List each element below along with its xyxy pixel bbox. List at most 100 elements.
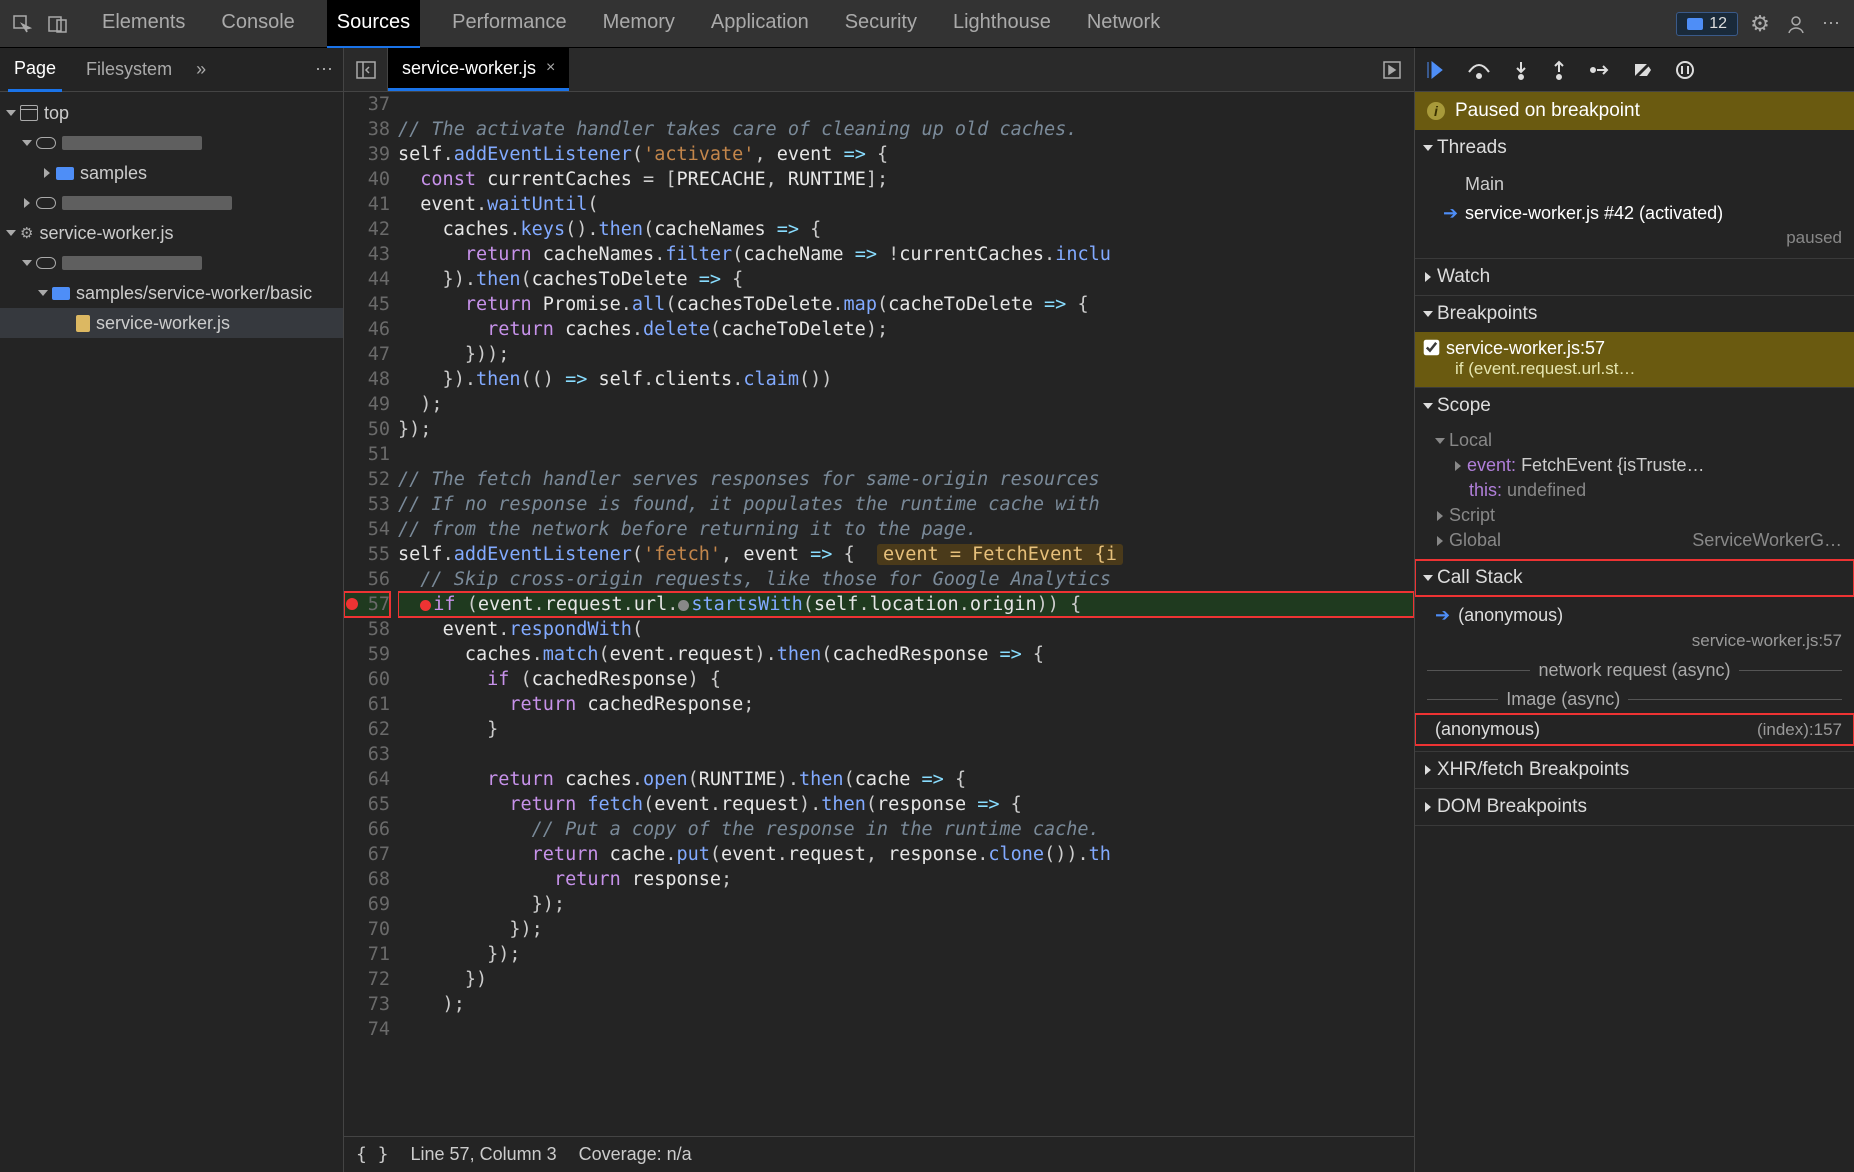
async-separator-1: network request (async) xyxy=(1415,656,1854,685)
account-icon[interactable] xyxy=(1782,10,1810,38)
debugger-sidebar: i Paused on breakpoint Threads Main ➔ se… xyxy=(1414,48,1854,1172)
step-over-icon[interactable] xyxy=(1467,60,1491,80)
tab-console[interactable]: Console xyxy=(217,0,298,49)
chevron-down-icon xyxy=(22,140,32,146)
xhr-breakpoints-section: XHR/fetch Breakpoints xyxy=(1415,752,1854,789)
run-snippet-icon[interactable] xyxy=(1370,61,1414,79)
tree-label: samples xyxy=(80,163,147,184)
navigator-tabs: Page Filesystem » ⋯ xyxy=(0,48,343,92)
tab-application[interactable]: Application xyxy=(707,0,813,49)
chevron-down-icon xyxy=(1423,575,1433,581)
window-icon xyxy=(20,105,38,121)
scope-var-event[interactable]: event: FetchEvent {isTruste… xyxy=(1415,453,1854,478)
folder-icon xyxy=(52,287,70,300)
thread-sw[interactable]: ➔ service-worker.js #42 (activated) xyxy=(1415,199,1854,228)
breakpoint-checkbox[interactable] xyxy=(1424,340,1440,356)
chevron-right-icon xyxy=(1425,765,1431,775)
breakpoints-header[interactable]: Breakpoints xyxy=(1415,296,1854,332)
tab-network[interactable]: Network xyxy=(1083,0,1164,49)
callstack-header[interactable]: Call Stack xyxy=(1415,560,1854,596)
breakpoint-location: service-worker.js:57 xyxy=(1446,338,1605,358)
chevron-right-icon xyxy=(44,168,50,178)
code-lines[interactable]: // The activate handler takes care of cl… xyxy=(398,92,1414,1136)
nav-tabs-menu-icon[interactable]: ⋯ xyxy=(315,59,335,80)
issues-count: 12 xyxy=(1709,15,1727,33)
chevron-down-icon xyxy=(1423,311,1433,317)
pause-on-exceptions-icon[interactable] xyxy=(1675,60,1695,80)
cloud-icon xyxy=(36,197,56,209)
inspect-element-icon[interactable] xyxy=(8,10,36,38)
file-tab-sw[interactable]: service-worker.js × xyxy=(388,48,569,91)
tree-sw-root[interactable]: ⚙ service-worker.js xyxy=(0,218,343,248)
gear-icon: ⚙ xyxy=(20,224,33,242)
tree-origin-2[interactable] xyxy=(0,188,343,218)
nav-tab-filesystem[interactable]: Filesystem xyxy=(80,49,178,90)
nav-tab-page[interactable]: Page xyxy=(8,48,62,92)
line-gutter[interactable]: 3738394041424344454647484950515253545556… xyxy=(344,92,398,1136)
thread-sw-status: paused xyxy=(1415,228,1854,252)
xhr-breakpoints-header[interactable]: XHR/fetch Breakpoints xyxy=(1415,752,1854,788)
threads-header[interactable]: Threads xyxy=(1415,130,1854,166)
thread-main[interactable]: Main xyxy=(1415,170,1854,199)
device-toggle-icon[interactable] xyxy=(44,10,72,38)
current-frame-icon: ➔ xyxy=(1435,605,1450,626)
chevron-down-icon xyxy=(38,290,48,296)
code-editor[interactable]: 3738394041424344454647484950515253545556… xyxy=(344,92,1414,1136)
tab-security[interactable]: Security xyxy=(841,0,921,49)
scope-header[interactable]: Scope xyxy=(1415,388,1854,424)
redacted-origin xyxy=(62,196,232,210)
chevron-right-icon xyxy=(1455,461,1461,471)
editor-panel: service-worker.js × 37383940414243444546… xyxy=(344,48,1414,1172)
pretty-print-icon[interactable]: { } xyxy=(356,1144,389,1165)
editor-tabbar: service-worker.js × xyxy=(344,48,1414,92)
callstack-frame-1[interactable]: (anonymous) (index):157 xyxy=(1415,714,1854,745)
tree-origin-3[interactable] xyxy=(0,248,343,278)
tree-folder-samples[interactable]: samples xyxy=(0,158,343,188)
chevron-down-icon xyxy=(6,230,16,236)
scope-local[interactable]: Local xyxy=(1415,428,1854,453)
chevron-down-icon xyxy=(1435,438,1445,444)
tree-path-folder[interactable]: samples/service-worker/basic xyxy=(0,278,343,308)
nav-tabs-more-icon[interactable]: » xyxy=(196,59,206,80)
tab-elements[interactable]: Elements xyxy=(98,0,189,49)
cursor-position: Line 57, Column 3 xyxy=(411,1144,557,1165)
tab-memory[interactable]: Memory xyxy=(599,0,679,49)
step-out-icon[interactable] xyxy=(1551,60,1567,80)
tab-lighthouse[interactable]: Lighthouse xyxy=(949,0,1055,49)
info-icon: i xyxy=(1427,102,1445,120)
tree-origin-1[interactable] xyxy=(0,128,343,158)
deactivate-breakpoints-icon[interactable] xyxy=(1633,60,1653,80)
issues-counter[interactable]: 12 xyxy=(1676,12,1738,36)
navigator-panel: Page Filesystem » ⋯ top samples xyxy=(0,48,344,1172)
tree-label: top xyxy=(44,103,69,124)
callstack-frame-0[interactable]: ➔ (anonymous) xyxy=(1415,600,1854,631)
watch-header[interactable]: Watch xyxy=(1415,259,1854,295)
chevron-down-icon xyxy=(1423,145,1433,151)
step-into-icon[interactable] xyxy=(1513,60,1529,80)
folder-icon xyxy=(56,167,74,180)
redacted-origin xyxy=(62,256,202,270)
resume-icon[interactable] xyxy=(1425,60,1445,80)
chevron-down-icon xyxy=(6,110,16,116)
close-tab-icon[interactable]: × xyxy=(546,59,555,77)
devtools-topbar: Elements Console Sources Performance Mem… xyxy=(0,0,1854,48)
tab-performance[interactable]: Performance xyxy=(448,0,571,49)
panel-tabs: Elements Console Sources Performance Mem… xyxy=(98,0,1164,49)
tree-top[interactable]: top xyxy=(0,98,343,128)
breakpoint-entry[interactable]: service-worker.js:57 if (event.request.u… xyxy=(1415,332,1854,387)
scope-var-this[interactable]: this: undefined xyxy=(1415,478,1854,503)
tree-label: service-worker.js xyxy=(39,223,173,244)
chevron-right-icon xyxy=(1437,536,1443,546)
editor-statusbar: { } Line 57, Column 3 Coverage: n/a xyxy=(344,1136,1414,1172)
breakpoint-snippet: if (event.request.url.st… xyxy=(1425,359,1844,379)
scope-global[interactable]: Global ServiceWorkerG… xyxy=(1415,528,1854,553)
toggle-navigator-icon[interactable] xyxy=(344,48,388,92)
tab-sources[interactable]: Sources xyxy=(327,0,420,49)
more-menu-icon[interactable]: ⋯ xyxy=(1818,10,1846,38)
paused-banner: i Paused on breakpoint xyxy=(1415,92,1854,130)
scope-script[interactable]: Script xyxy=(1415,503,1854,528)
tree-file-sw[interactable]: service-worker.js xyxy=(0,308,343,338)
step-icon[interactable] xyxy=(1589,60,1611,80)
dom-breakpoints-header[interactable]: DOM Breakpoints xyxy=(1415,789,1854,825)
settings-gear-icon[interactable]: ⚙ xyxy=(1746,10,1774,38)
